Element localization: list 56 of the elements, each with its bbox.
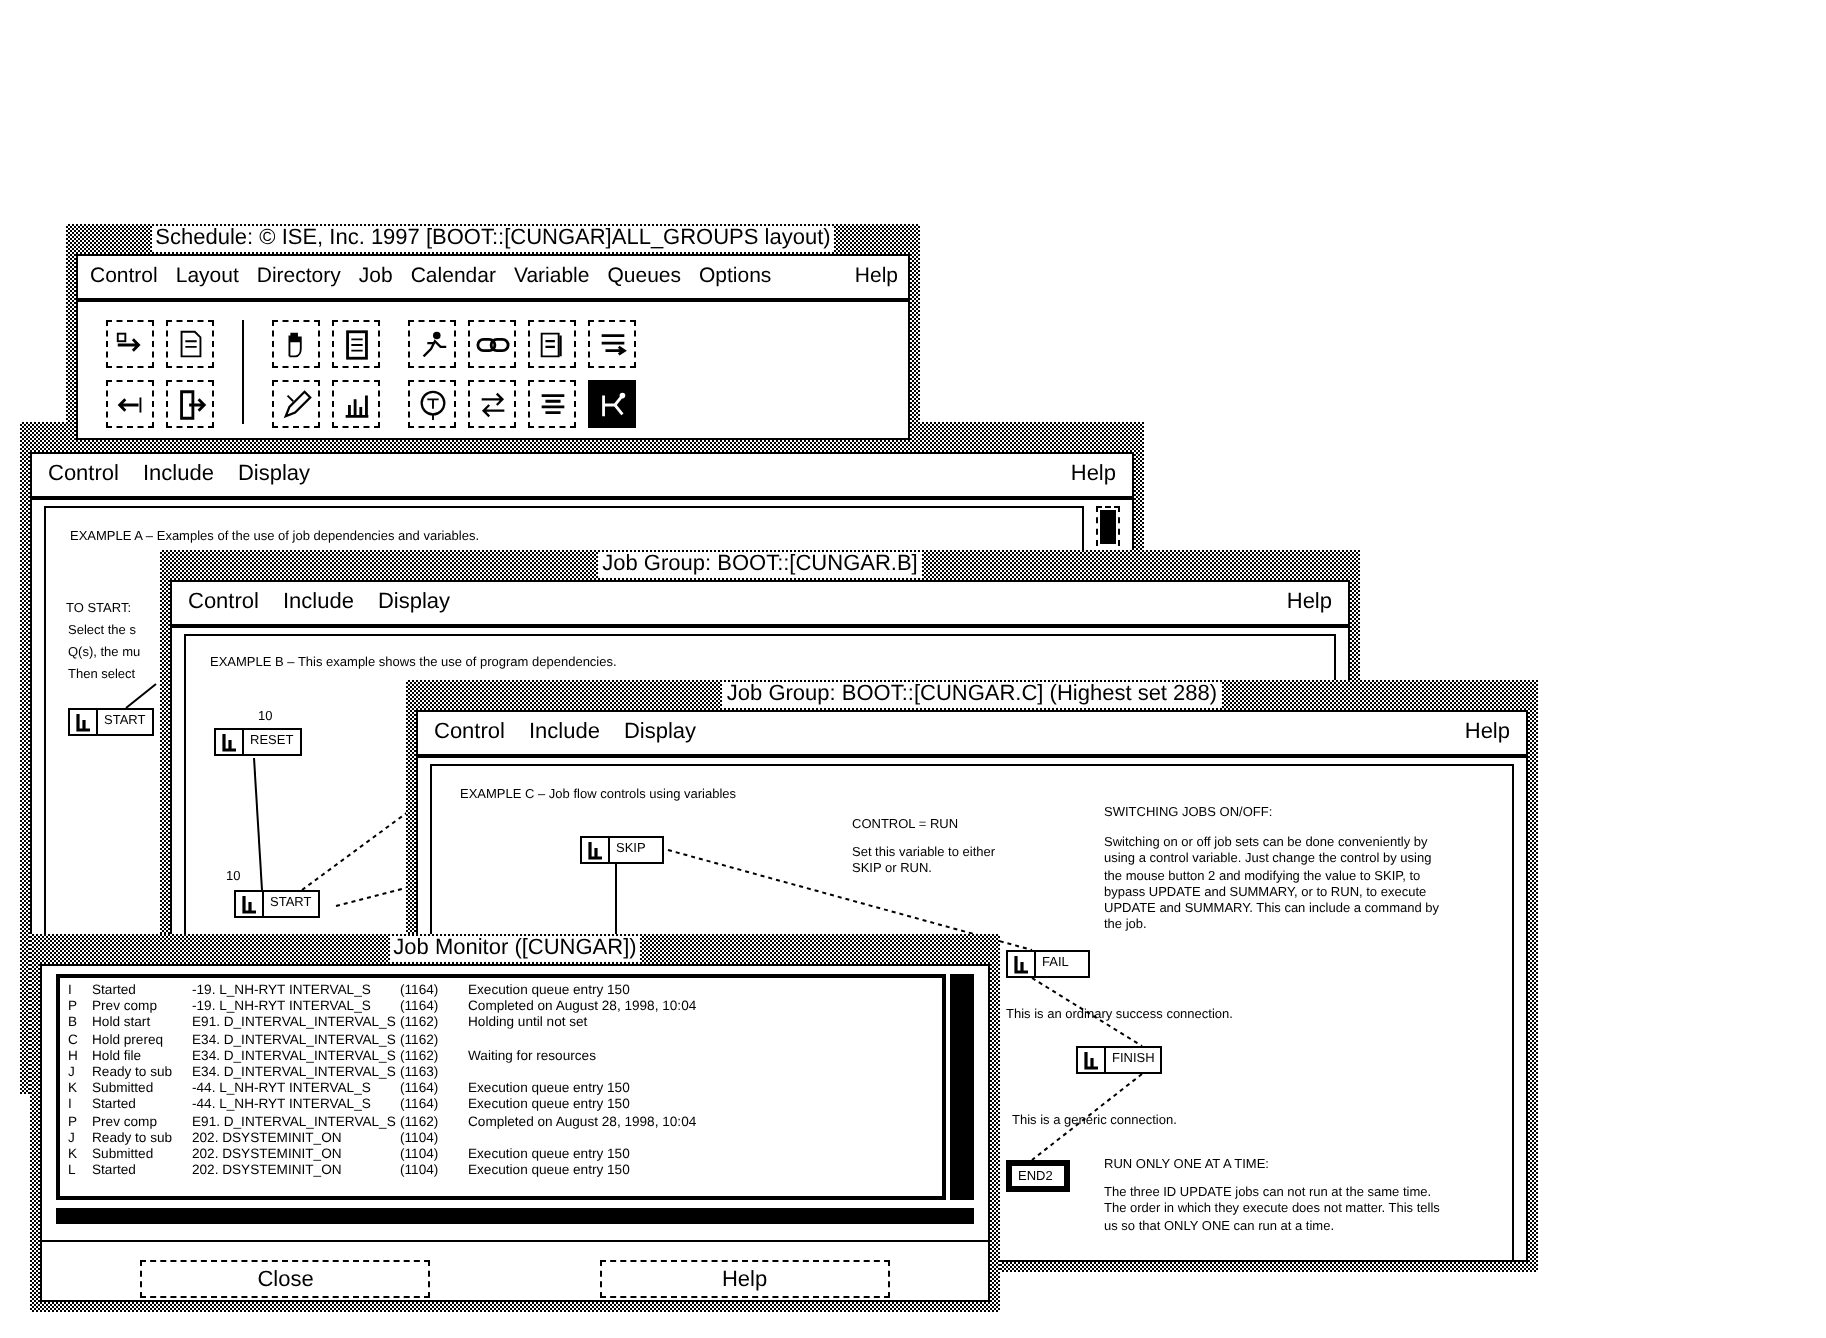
menu-item[interactable]: Directory [256,264,341,290]
menu-item[interactable]: Layout [175,264,239,290]
job-icon [1008,952,1036,976]
menu-item[interactable]: Control [48,462,119,488]
toolbar-button[interactable] [408,380,456,428]
window-title: Job Group: BOOT::[CUNGAR.B] [598,552,922,578]
menu-item[interactable]: Display [237,462,311,488]
menu-item[interactable]: Calendar [410,264,496,290]
toolbar-button[interactable] [408,320,456,368]
dialog-button[interactable]: Close [140,1260,431,1298]
scroll-bar[interactable] [56,1208,974,1224]
window-title: Job Group: BOOT::[CUNGAR.C] (Highest set 288) [722,682,1222,708]
menu-item[interactable]: Help [1464,720,1510,746]
toolbar-button[interactable] [528,380,576,428]
menu-item[interactable]: Help [1286,590,1332,616]
toolbar-button[interactable] [106,380,154,428]
toolbar-button[interactable] [468,320,516,368]
toolbar-button[interactable] [166,320,214,368]
connector-line [125,683,157,709]
menu-item[interactable]: Help [1070,462,1116,488]
menu-item[interactable]: Display [377,590,451,616]
menu-item[interactable]: Options [699,264,772,290]
toolbar-button[interactable] [588,380,636,428]
job-icon [216,730,244,754]
scroll-bar[interactable] [950,974,974,1200]
menu-item[interactable]: Include [528,720,600,746]
stop-sign-icon [415,387,449,421]
toolbar-button[interactable] [106,320,154,368]
toolbar-button[interactable] [272,320,320,368]
job-icon [1078,1048,1106,1072]
connector-line [253,757,263,891]
toolbar-button[interactable] [332,380,380,428]
window-title: Job Monitor ([CUNGAR]) [389,936,641,962]
scroll-bar[interactable] [1096,506,1120,546]
toolbar-button[interactable] [528,320,576,368]
pencil-icon [279,387,313,421]
toolbar-button[interactable] [468,380,516,428]
menu-item[interactable]: Display [623,720,697,746]
job-icon [70,710,98,734]
toolbar-button[interactable] [166,380,214,428]
menu-item[interactable]: Include [142,462,214,488]
menu-item[interactable]: Variable [513,264,590,290]
toolbar-button[interactable] [588,320,636,368]
menu-item[interactable]: Control [90,264,158,290]
menu-item[interactable]: Include [282,590,354,616]
menu-item[interactable]: Control [188,590,259,616]
job-icon [582,838,610,862]
menu-item[interactable]: Queues [607,264,681,290]
menu-item[interactable]: Help [854,264,898,290]
menu-item[interactable]: Job [358,264,393,290]
job-icon [236,892,264,916]
menu-item[interactable]: Control [434,720,505,746]
toolbar-button[interactable] [332,320,380,368]
dialog-button[interactable]: Help [599,1260,890,1298]
toolbar-button[interactable] [272,380,320,428]
window-title: Schedule: © ISE, Inc. 1997 [BOOT::[CUNGAR]ALL_GROUPS layout) [151,226,835,252]
